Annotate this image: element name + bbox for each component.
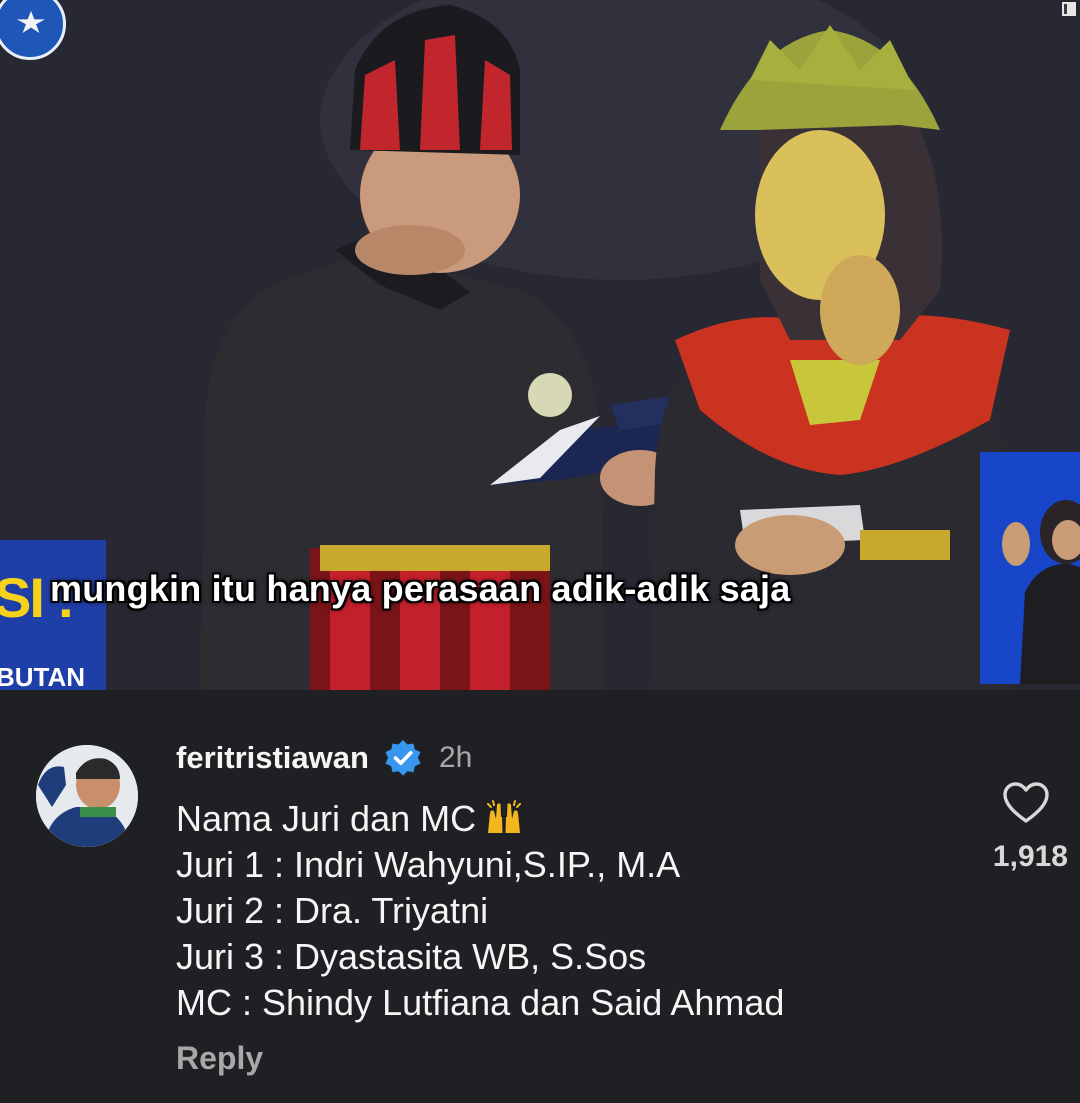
- interpreter-image: [1002, 500, 1080, 684]
- avatar[interactable]: [36, 745, 138, 847]
- video-subtitle: mungkin itu hanya perasaan adik-adik saj…: [50, 568, 791, 609]
- like-count: 1,918: [992, 840, 1068, 873]
- sign-language-inset: [980, 452, 1080, 684]
- comment-header: feritristiawan 2h: [176, 738, 472, 778]
- video-frame[interactable]: SI : BUTAN mungkin itu hanya perasaan ad…: [0, 0, 1080, 690]
- comment-line: MC : Shindy Lutfiana dan Said Ahmad: [176, 982, 785, 1023]
- heart-outline-icon[interactable]: [1002, 781, 1050, 825]
- comment-line: Nama Juri dan MC: [176, 796, 784, 842]
- avatar-photo: [36, 745, 138, 847]
- username[interactable]: feritristiawan: [176, 740, 369, 776]
- reply-button[interactable]: Reply: [176, 1040, 263, 1077]
- comment-text: Nama Juri dan MC Juri 1 : Indri Wahyuni,…: [176, 796, 784, 1026]
- logo-emblem-icon: [17, 11, 45, 33]
- verified-badge-icon: [385, 740, 421, 776]
- tv-watermark-icon: [1062, 2, 1076, 16]
- banner-text: BUTAN: [0, 662, 86, 690]
- comment-line: Juri 2 : Dra. Triyatni: [176, 890, 489, 931]
- raising-hands-emoji: [487, 800, 522, 833]
- comment-line: Juri 1 : Indri Wahyuni,S.IP., M.A: [176, 844, 681, 885]
- comment-line: Juri 3 : Dyastasita WB, S.Sos: [176, 936, 647, 977]
- comment-timestamp: 2h: [438, 741, 473, 774]
